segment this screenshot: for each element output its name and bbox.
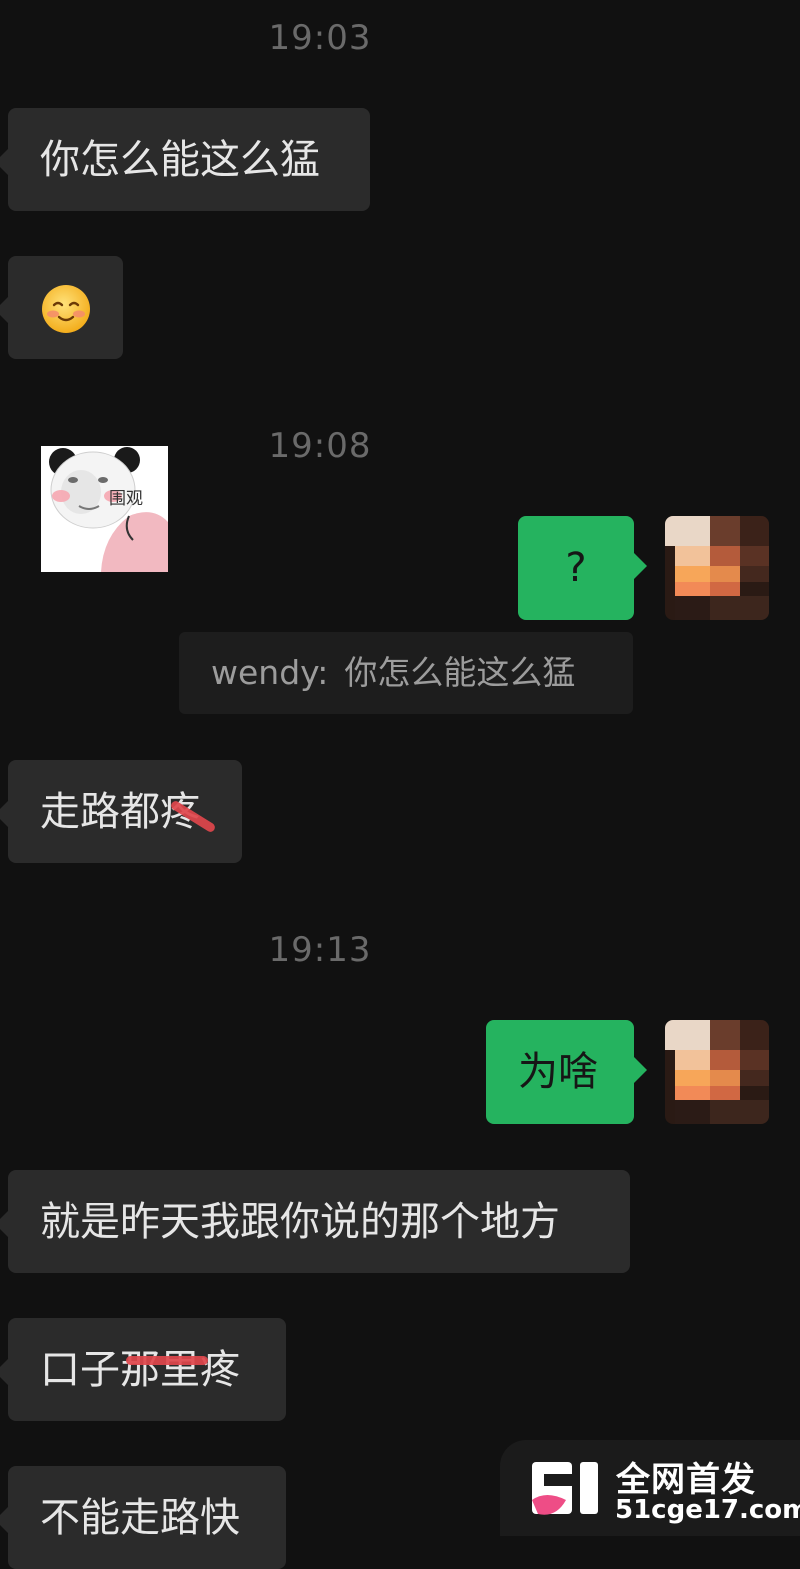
watermark-title: 全网首发: [616, 1460, 756, 1500]
incoming-message-bubble[interactable]: [0, 256, 123, 359]
blushing-smile-emoji-icon: [42, 285, 90, 333]
pixelated-avatar-icon: [665, 516, 769, 620]
incoming-message-bubble[interactable]: 口子那里疼: [0, 1318, 286, 1421]
message-text: 你怎么能这么猛: [40, 137, 320, 183]
user-avatar[interactable]: [665, 1020, 769, 1124]
site-logo-icon: [532, 1462, 598, 1515]
incoming-message-bubble[interactable]: 你怎么能这么猛: [0, 108, 370, 211]
pixelated-avatar-icon: [665, 1020, 769, 1124]
quote-separator: :: [317, 653, 329, 692]
user-avatar[interactable]: [665, 516, 769, 620]
quote-sender: wendy: [211, 653, 318, 692]
incoming-message-bubble[interactable]: 不能走路快: [0, 1466, 286, 1569]
outgoing-message-bubble[interactable]: ?: [518, 516, 647, 620]
incoming-message-bubble[interactable]: 走路都疼: [0, 760, 242, 863]
strikethrough-mark: [126, 1356, 208, 1365]
message-text: ?: [565, 545, 587, 591]
quote-text: 你怎么能这么猛: [344, 653, 576, 692]
timestamp: 19:08: [268, 426, 372, 466]
message-text: 不能走路快: [40, 1495, 240, 1541]
message-text: 就是昨天我跟你说的那个地方: [40, 1199, 560, 1245]
panda-meme-sticker[interactable]: 围观: [41, 446, 168, 572]
timestamp: 19:13: [268, 930, 372, 970]
watermark-url: 51cge17.com: [615, 1495, 800, 1525]
timestamp: 19:03: [268, 18, 372, 58]
quoted-message[interactable]: wendy: 你怎么能这么猛: [179, 632, 633, 714]
message-text: 走路都疼: [40, 789, 200, 835]
message-text: 为啥: [518, 1049, 598, 1095]
site-watermark: 全网首发 51cge17.com: [500, 1440, 800, 1536]
outgoing-message-bubble[interactable]: 为啥: [486, 1020, 647, 1124]
incoming-message-bubble[interactable]: 就是昨天我跟你说的那个地方: [0, 1170, 630, 1273]
sticker-caption: 围观: [109, 489, 143, 509]
panda-face-icon: [41, 446, 168, 572]
